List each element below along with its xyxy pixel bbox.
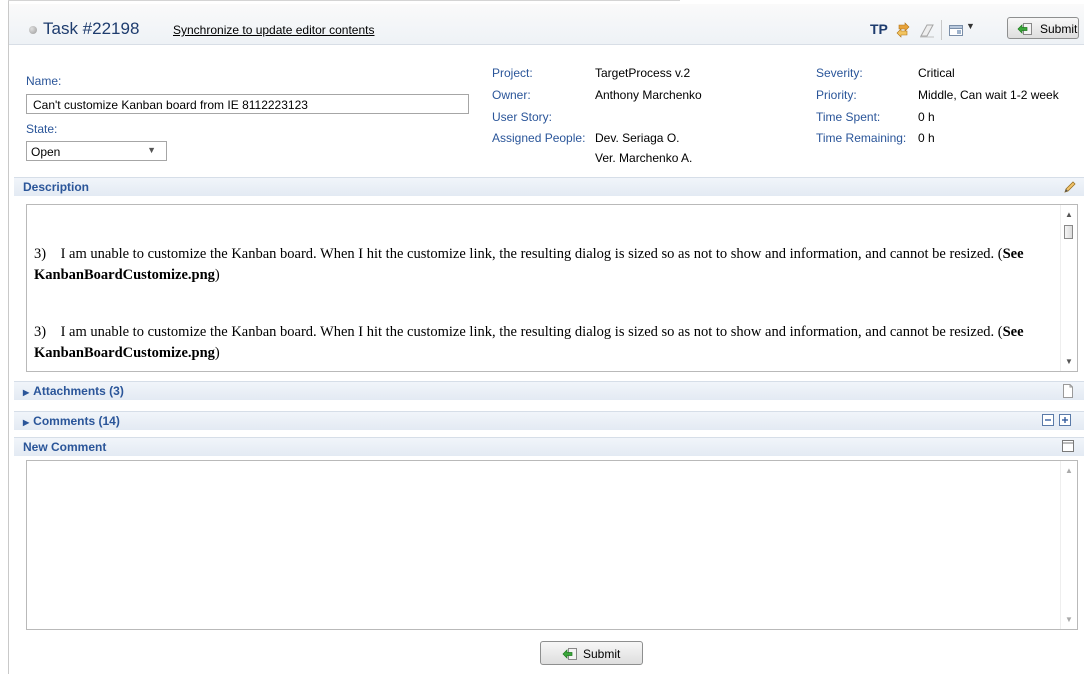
state-dropdown[interactable]: Open ▼	[26, 141, 167, 161]
task-status-dot-icon	[29, 26, 37, 34]
paragraph-number: 3)	[34, 324, 47, 340]
refresh-icon[interactable]	[895, 22, 911, 38]
assigned-person[interactable]: Dev. Seriaga O.	[595, 131, 679, 145]
comments-label: Comments (14)	[33, 414, 120, 428]
chevron-down-icon: ▼	[147, 145, 156, 155]
scroll-down-icon[interactable]: ▼	[1065, 357, 1073, 366]
expand-triangle-icon: ▶	[23, 388, 30, 397]
paragraph-end: )	[214, 345, 220, 361]
description-editor[interactable]: 3) I am unable to customize the Kanban b…	[26, 204, 1078, 372]
project-value[interactable]: TargetProcess v.2	[595, 66, 690, 80]
priority-label: Priority:	[816, 88, 857, 102]
assigned-person[interactable]: Ver. Marchenko A.	[595, 151, 692, 165]
expand-triangle-icon: ▶	[23, 418, 30, 427]
submit-comment-button[interactable]: Submit	[540, 641, 643, 665]
scroll-up-icon[interactable]: ▲	[1065, 466, 1073, 475]
tp-button[interactable]: TP	[870, 18, 888, 40]
comment-scrollbar[interactable]: ▲ ▼	[1060, 461, 1077, 629]
collapse-all-icon[interactable]	[1042, 414, 1054, 426]
comments-section-header[interactable]: ▶ Comments (14)	[14, 411, 1084, 430]
scroll-down-icon[interactable]: ▼	[1065, 615, 1073, 624]
page-title: Task #22198	[43, 19, 140, 38]
paragraph-number: 3)	[34, 246, 47, 262]
editor-left-border	[8, 0, 9, 674]
name-label: Name:	[26, 74, 62, 88]
time-remaining-label: Time Remaining:	[816, 131, 907, 145]
project-label: Project:	[492, 66, 533, 80]
paragraph-text: I am unable to customize the Kanban boar…	[60, 324, 1003, 340]
submit-label-top: Submit	[1040, 22, 1078, 36]
comments-title: ▶ Comments (14)	[23, 414, 120, 428]
view-menu-icon[interactable]	[948, 22, 964, 38]
paragraph-end: )	[214, 267, 220, 283]
time-spent-value[interactable]: 0 h	[918, 110, 935, 124]
description-paragraph: 3) I am unable to customize the Kanban b…	[34, 244, 1049, 286]
time-spent-label: Time Spent:	[816, 110, 881, 124]
editor-header: Task #22198 Synchronize to update editor…	[9, 4, 1084, 45]
new-comment-title: New Comment	[23, 440, 107, 454]
expand-all-icon[interactable]	[1059, 414, 1071, 426]
submit-arrow-icon	[1017, 23, 1032, 35]
paragraph-text: I am unable to customize the Kanban boar…	[60, 246, 1003, 262]
state-value: Open	[31, 145, 61, 159]
eraser-icon[interactable]	[919, 22, 935, 38]
user-story-label: User Story:	[492, 110, 553, 124]
state-label: State:	[26, 122, 58, 136]
new-comment-input[interactable]: ▲ ▼	[26, 460, 1078, 630]
submit-arrow-icon	[562, 648, 577, 660]
time-remaining-value[interactable]: 0 h	[918, 131, 935, 145]
severity-label: Severity:	[816, 66, 863, 80]
severity-value[interactable]: Critical	[918, 66, 955, 80]
toolbar-separator	[941, 20, 942, 40]
new-comment-section-header[interactable]: New Comment	[14, 437, 1084, 456]
new-file-icon[interactable]	[1062, 384, 1074, 398]
description-section-header[interactable]: Description	[14, 177, 1084, 196]
chevron-down-icon[interactable]: ▼	[966, 21, 975, 31]
submit-comment-label: Submit	[583, 647, 621, 661]
description-title: Description	[23, 180, 90, 194]
attachments-label: Attachments (3)	[33, 384, 124, 398]
scroll-thumb[interactable]	[1064, 225, 1073, 239]
editor-top-border	[8, 0, 680, 1]
owner-value[interactable]: Anthony Marchenko	[595, 88, 702, 102]
pencil-icon[interactable]	[1063, 180, 1077, 194]
name-field[interactable]: Can't customize Kanban board from IE 811…	[26, 94, 469, 114]
description-paragraph: 3) I am unable to customize the Kanban b…	[34, 322, 1049, 364]
assigned-people-label: Assigned People:	[492, 131, 586, 145]
synchronize-link[interactable]: Synchronize to update editor contents	[173, 23, 374, 37]
scroll-up-icon[interactable]: ▲	[1065, 210, 1073, 219]
priority-value[interactable]: Middle, Can wait 1-2 week	[918, 88, 1059, 102]
submit-button-top[interactable]: Submit	[1007, 17, 1079, 39]
maximize-icon[interactable]	[1062, 440, 1074, 452]
owner-label: Owner:	[492, 88, 531, 102]
attachments-title: ▶ Attachments (3)	[23, 384, 124, 398]
description-scrollbar[interactable]: ▲ ▼	[1060, 205, 1077, 371]
attachments-section-header[interactable]: ▶ Attachments (3)	[14, 381, 1084, 400]
